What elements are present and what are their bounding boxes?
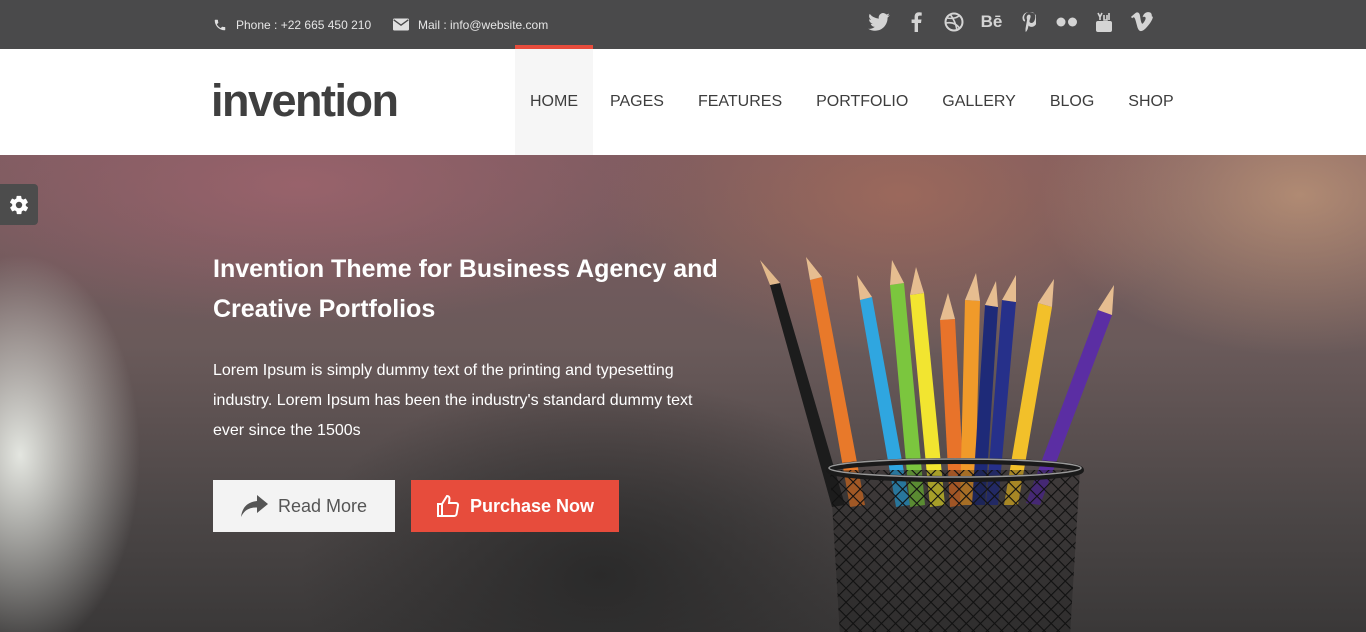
flickr-icon[interactable] bbox=[1054, 9, 1080, 35]
phone-icon bbox=[214, 19, 226, 30]
pencil-cup-illustration bbox=[760, 257, 1114, 632]
youtube-icon[interactable] bbox=[1091, 9, 1117, 35]
mail-text: Mail : info@website.com bbox=[418, 17, 549, 32]
share-arrow-icon bbox=[240, 495, 268, 517]
main-nav: HOME PAGES FEATURES PORTFOLIO GALLERY BL… bbox=[515, 45, 1191, 155]
site-logo[interactable]: invention bbox=[211, 76, 399, 126]
nav-gallery[interactable]: GALLERY bbox=[925, 49, 1033, 155]
contact-phone: Phone : +22 665 450 210 bbox=[213, 0, 371, 49]
contact-mail: Mail : info@website.com bbox=[393, 0, 548, 49]
read-more-button[interactable]: Read More bbox=[213, 480, 395, 532]
main-header: invention HOME PAGES FEATURES PORTFOLIO … bbox=[0, 45, 1366, 155]
social-links: Bē bbox=[866, 8, 1166, 36]
style-switcher-toggle[interactable] bbox=[0, 184, 38, 225]
dribbble-icon[interactable] bbox=[941, 9, 967, 35]
purchase-now-label: Purchase Now bbox=[469, 495, 595, 516]
hero-slider: Invention Theme for Business Agency and … bbox=[0, 155, 1366, 632]
nav-blog[interactable]: BLOG bbox=[1033, 49, 1111, 155]
mail-icon bbox=[393, 18, 409, 31]
purchase-now-button[interactable]: Purchase Now bbox=[411, 480, 619, 532]
gear-icon bbox=[9, 195, 29, 214]
nav-pages[interactable]: PAGES bbox=[593, 49, 681, 155]
nav-portfolio[interactable]: PORTFOLIO bbox=[799, 49, 925, 155]
nav-shop[interactable]: SHOP bbox=[1111, 49, 1190, 155]
nav-home[interactable]: HOME bbox=[515, 45, 593, 155]
top-bar: Phone : +22 665 450 210 Mail : info@webs… bbox=[0, 0, 1366, 49]
vimeo-icon[interactable] bbox=[1129, 9, 1155, 35]
behance-icon[interactable]: Bē bbox=[979, 9, 1005, 35]
facebook-icon[interactable] bbox=[904, 9, 930, 35]
phone-text: Phone : +22 665 450 210 bbox=[236, 17, 372, 32]
thumbs-up-icon bbox=[436, 494, 459, 517]
hero-description: Lorem Ipsum is simply dummy text of the … bbox=[213, 362, 693, 439]
pinterest-icon[interactable] bbox=[1016, 9, 1042, 35]
hero-title: Invention Theme for Business Agency and … bbox=[213, 255, 718, 323]
read-more-label: Read More bbox=[277, 495, 368, 516]
nav-features[interactable]: FEATURES bbox=[681, 49, 799, 155]
twitter-icon[interactable] bbox=[866, 9, 892, 35]
